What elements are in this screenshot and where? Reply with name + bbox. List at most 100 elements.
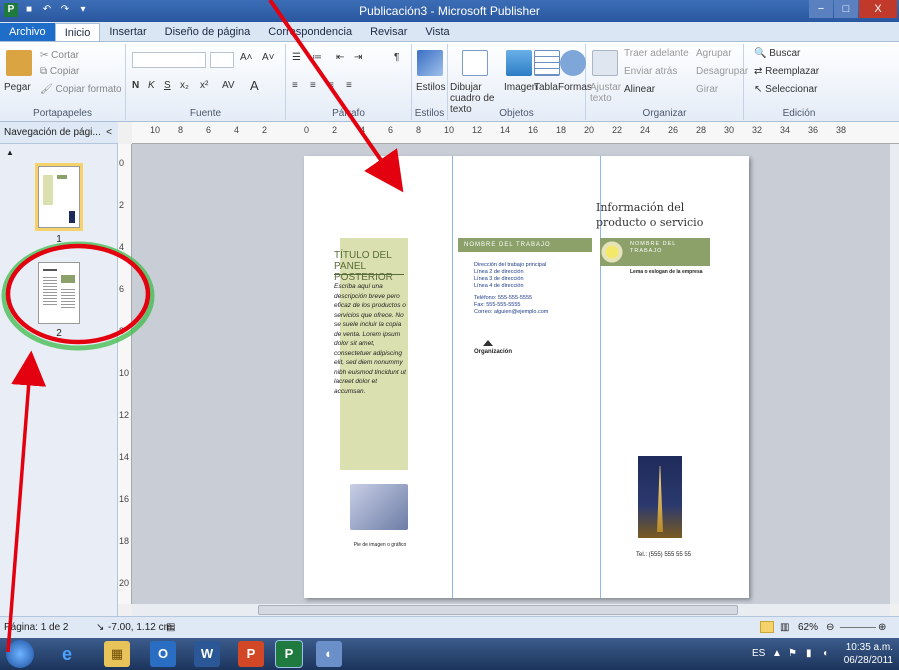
replace-button[interactable]: ⇄ Reemplazar: [754, 66, 819, 77]
organization-logo-icon[interactable]: [483, 340, 493, 346]
align-left-icon[interactable]: ≡: [292, 80, 298, 91]
bring-forward-button[interactable]: Traer adelante: [624, 48, 689, 59]
decrease-indent-icon[interactable]: ⇤: [336, 52, 344, 63]
ruler-guides-icon[interactable]: ▤: [166, 622, 175, 633]
bold-button[interactable]: N: [132, 80, 139, 91]
send-backward-button[interactable]: Enviar atrás: [624, 66, 677, 77]
tab-inicio[interactable]: Inicio: [54, 23, 101, 41]
paint-icon[interactable]: ◐: [316, 641, 342, 667]
start-button[interactable]: [6, 640, 34, 668]
subscript-button[interactable]: x₂: [180, 80, 189, 91]
vertical-ruler[interactable]: 0 2 4 6 8 10 12 14 16 18 20: [118, 144, 132, 604]
picture-button[interactable]: Imagen: [504, 82, 537, 93]
restore-button[interactable]: □: [834, 0, 858, 18]
find-button[interactable]: 🔍 Buscar: [754, 48, 800, 59]
select-button[interactable]: ↖ Seleccionar: [754, 84, 817, 95]
language-indicator[interactable]: ES: [752, 648, 765, 659]
align-button[interactable]: Alinear: [624, 84, 655, 95]
page-thumbnail-1[interactable]: [35, 163, 83, 231]
cut-button[interactable]: ✂ Cortar: [40, 50, 79, 61]
rotate-button[interactable]: Girar: [696, 84, 718, 95]
font-name-select[interactable]: [132, 52, 206, 68]
section-collapse-icon[interactable]: ▲: [6, 148, 14, 157]
zoom-in-icon[interactable]: ⊕: [878, 622, 886, 633]
back-panel-rule: [334, 274, 404, 275]
bullets-icon[interactable]: ☰: [292, 52, 301, 63]
organization-name[interactable]: Organización: [474, 349, 512, 355]
page-indicator[interactable]: Página: 1 de 2: [4, 622, 69, 633]
tab-insertar[interactable]: Insertar: [100, 23, 155, 41]
numbering-icon[interactable]: ≔: [312, 52, 322, 63]
back-panel-title[interactable]: TÍTULO DEL PANEL POSTERIOR: [334, 250, 406, 283]
system-clock[interactable]: 10:35 a.m. 06/28/2011: [844, 641, 893, 667]
horizontal-scrollbar[interactable]: [132, 604, 890, 616]
copy-button[interactable]: ⧉ Copiar: [40, 66, 79, 77]
tab-correspondencia[interactable]: Correspondencia: [259, 23, 361, 41]
increase-indent-icon[interactable]: ⇥: [354, 52, 362, 63]
wrap-text-button[interactable]: Ajustar texto: [590, 82, 621, 104]
action-center-icon[interactable]: ⚑: [788, 648, 797, 659]
close-button[interactable]: X: [859, 0, 897, 18]
styles-icon[interactable]: [417, 50, 443, 76]
horizontal-ruler[interactable]: 10 8 6 4 2 0 2 4 6 8 10 12 14 16 18 20 2…: [132, 122, 899, 144]
group-button[interactable]: Agrupar: [696, 48, 732, 59]
outlook-icon[interactable]: O: [150, 641, 176, 667]
powerpoint-icon[interactable]: P: [238, 641, 264, 667]
brochure-page[interactable]: TÍTULO DEL PANEL POSTERIOR Escriba aquí …: [304, 156, 749, 598]
company-slogan[interactable]: Lema o eslogan de la empresa: [630, 269, 703, 275]
underline-button[interactable]: S: [164, 80, 171, 91]
character-spacing-button[interactable]: AV: [222, 80, 235, 91]
coffee-cup-picture[interactable]: [350, 484, 408, 530]
word-icon[interactable]: W: [194, 641, 220, 667]
zoom-slider[interactable]: [840, 627, 876, 628]
textbox-icon[interactable]: [462, 50, 488, 76]
internet-explorer-icon[interactable]: e: [54, 641, 80, 667]
italic-button[interactable]: K: [148, 80, 155, 91]
justify-icon[interactable]: ≡: [346, 80, 352, 91]
ruler-v-label: 4: [119, 242, 125, 252]
horizontal-scroll-thumb[interactable]: [258, 605, 738, 615]
vertical-scrollbar[interactable]: [890, 144, 899, 604]
contact-info[interactable]: Dirección del trabajo principal Línea 2 …: [474, 262, 584, 316]
collapse-nav-button[interactable]: <: [106, 122, 112, 144]
job-name-banner[interactable]: NOMBRE DEL TRABAJO: [458, 238, 592, 252]
show-hidden-icons[interactable]: ▲: [772, 648, 782, 659]
paste-icon[interactable]: [6, 50, 32, 76]
superscript-button[interactable]: x²: [200, 80, 208, 91]
phone-number[interactable]: Tel.: (555) 555 55 55: [636, 552, 691, 558]
zoom-level[interactable]: 62%: [798, 622, 818, 633]
publisher-taskbar-icon[interactable]: P: [275, 640, 303, 668]
page-thumbnail-2[interactable]: [38, 262, 80, 324]
table-button[interactable]: Tabla: [534, 82, 558, 93]
picture-caption[interactable]: Pie de imagen o gráfico: [334, 542, 426, 548]
tab-revisar[interactable]: Revisar: [361, 23, 416, 41]
paste-button[interactable]: Pegar: [4, 82, 31, 93]
format-painter-button[interactable]: 🖌 Copiar formato: [40, 84, 122, 95]
tab-diseno-pagina[interactable]: Diseño de página: [156, 23, 260, 41]
tab-archivo[interactable]: Archivo: [0, 23, 55, 41]
font-color-icon[interactable]: A: [250, 78, 259, 93]
shrink-font-button[interactable]: A˅: [262, 52, 275, 63]
single-page-view-icon[interactable]: [760, 621, 774, 633]
ungroup-button[interactable]: Desagrupar: [696, 66, 748, 77]
tab-vista[interactable]: Vista: [416, 23, 458, 41]
two-page-view-icon[interactable]: ▥: [780, 622, 789, 633]
align-right-icon[interactable]: ≡: [328, 80, 334, 91]
file-explorer-icon[interactable]: ▦: [104, 641, 130, 667]
table-icon[interactable]: [534, 50, 560, 76]
network-icon[interactable]: ▮: [806, 648, 812, 659]
paragraph-marks-icon[interactable]: ¶: [394, 52, 399, 63]
back-panel-body[interactable]: Escriba aquí una descripción breve pero …: [334, 282, 410, 396]
minimize-button[interactable]: −: [809, 0, 833, 18]
picture-icon[interactable]: [506, 50, 532, 76]
grow-font-button[interactable]: A˄: [240, 52, 253, 63]
product-info-title[interactable]: Información del producto o servicio: [596, 200, 736, 230]
zoom-out-icon[interactable]: ⊖: [826, 622, 834, 633]
volume-icon[interactable]: ◖: [822, 648, 828, 659]
document-workspace[interactable]: TÍTULO DEL PANEL POSTERIOR Escriba aquí …: [132, 144, 890, 604]
shapes-icon[interactable]: [560, 50, 586, 76]
font-size-select[interactable]: [210, 52, 234, 68]
align-center-icon[interactable]: ≡: [310, 80, 316, 91]
wrap-text-icon[interactable]: [592, 50, 618, 76]
styles-button[interactable]: Estilos: [416, 82, 445, 93]
